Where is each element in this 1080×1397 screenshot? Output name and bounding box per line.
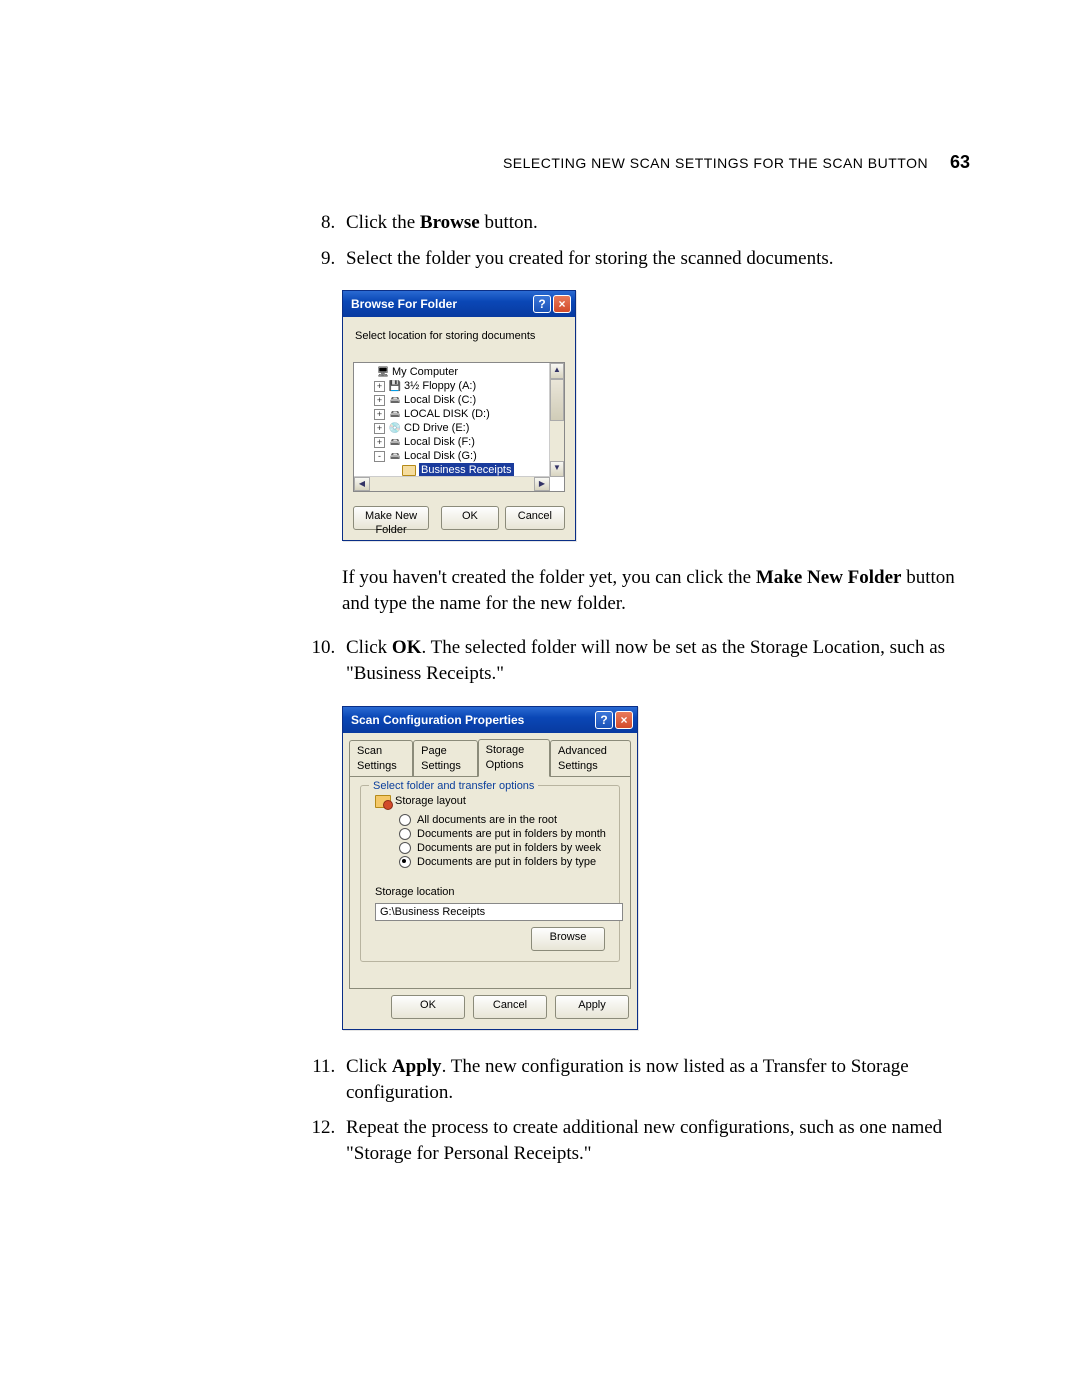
step-11: Click Apply. The new configuration is no… bbox=[340, 1054, 970, 1105]
tab-page-settings[interactable]: Page Settings bbox=[413, 740, 478, 777]
disk-icon bbox=[388, 449, 402, 464]
cancel-button[interactable]: Cancel bbox=[473, 995, 547, 1019]
expander-icon[interactable]: - bbox=[374, 451, 385, 462]
tree-item[interactable]: - Local Disk (G:) bbox=[358, 449, 564, 463]
floppy-icon bbox=[388, 379, 402, 394]
page-number: 63 bbox=[950, 152, 970, 172]
step-8: Click the Browse button. bbox=[340, 210, 970, 236]
scroll-down-icon[interactable]: ▼ bbox=[550, 461, 564, 477]
computer-icon bbox=[376, 365, 390, 380]
radio-week[interactable]: Documents are put in folders by week bbox=[369, 841, 611, 855]
storage-layout-row: Storage layout bbox=[369, 794, 611, 809]
ok-button[interactable]: OK bbox=[441, 506, 499, 530]
step-10: Click OK. The selected folder will now b… bbox=[340, 635, 970, 686]
browse-button[interactable]: Browse bbox=[531, 927, 605, 951]
horizontal-scrollbar[interactable]: ◀ ▶ bbox=[354, 476, 550, 491]
scroll-thumb[interactable] bbox=[550, 379, 564, 421]
step-9: Select the folder you created for storin… bbox=[340, 246, 970, 272]
step-12: Repeat the process to create additional … bbox=[340, 1115, 970, 1166]
disk-icon bbox=[388, 435, 402, 450]
storage-location-label: Storage location bbox=[369, 885, 611, 900]
close-icon[interactable]: × bbox=[553, 295, 571, 313]
ok-button[interactable]: OK bbox=[391, 995, 465, 1019]
group-legend: Select folder and transfer options bbox=[369, 779, 538, 794]
radio-icon[interactable] bbox=[399, 856, 411, 868]
storage-location-input[interactable] bbox=[375, 903, 623, 921]
tab-strip: Scan Settings Page Settings Storage Opti… bbox=[343, 733, 637, 777]
tree-item[interactable]: + CD Drive (E:) bbox=[358, 421, 564, 435]
scroll-left-icon[interactable]: ◀ bbox=[354, 477, 370, 491]
tab-scan-settings[interactable]: Scan Settings bbox=[349, 740, 413, 777]
vertical-scrollbar[interactable]: ▲ ▼ bbox=[549, 363, 564, 477]
radio-month[interactable]: Documents are put in folders by month bbox=[369, 827, 611, 841]
radio-icon[interactable] bbox=[399, 828, 411, 840]
dialog1-title: Browse For Folder bbox=[351, 296, 531, 312]
close-icon[interactable]: × bbox=[615, 711, 633, 729]
storage-layout-icon bbox=[375, 795, 391, 809]
expander-icon[interactable]: + bbox=[374, 381, 385, 392]
radio-icon[interactable] bbox=[399, 814, 411, 826]
tree-item[interactable]: + 3½ Floppy (A:) bbox=[358, 379, 564, 393]
tab-storage-options[interactable]: Storage Options bbox=[478, 739, 550, 778]
expander-icon[interactable]: + bbox=[374, 395, 385, 406]
cancel-button[interactable]: Cancel bbox=[505, 506, 565, 530]
radio-root[interactable]: All documents are in the root bbox=[369, 813, 611, 827]
browse-for-folder-dialog: Browse For Folder ? × Select location fo… bbox=[342, 290, 576, 541]
storage-layout-label: Storage layout bbox=[395, 794, 466, 809]
dialog2-titlebar: Scan Configuration Properties ? × bbox=[343, 707, 637, 733]
folder-transfer-groupbox: Select folder and transfer options Stora… bbox=[360, 785, 620, 962]
storage-options-panel: Select folder and transfer options Stora… bbox=[349, 776, 631, 989]
header-text: SELECTING NEW SCAN SETTINGS FOR THE SCAN… bbox=[503, 155, 928, 171]
dialog2-title: Scan Configuration Properties bbox=[351, 712, 593, 728]
cd-icon bbox=[388, 421, 402, 436]
tree-root[interactable]: My Computer bbox=[358, 365, 564, 379]
help-icon[interactable]: ? bbox=[595, 711, 613, 729]
tab-advanced-settings[interactable]: Advanced Settings bbox=[550, 740, 631, 777]
help-icon[interactable]: ? bbox=[533, 295, 551, 313]
expander-icon[interactable]: + bbox=[374, 423, 385, 434]
expander-icon[interactable]: + bbox=[374, 409, 385, 420]
disk-icon bbox=[388, 393, 402, 408]
scroll-up-icon[interactable]: ▲ bbox=[550, 363, 564, 379]
scroll-right-icon[interactable]: ▶ bbox=[534, 477, 550, 491]
expander-icon[interactable]: + bbox=[374, 437, 385, 448]
tree-item[interactable]: + LOCAL DISK (D:) bbox=[358, 407, 564, 421]
scan-configuration-dialog: Scan Configuration Properties ? × Scan S… bbox=[342, 706, 638, 1030]
note-after-dialog1: If you haven't created the folder yet, y… bbox=[342, 565, 970, 616]
make-new-folder-button[interactable]: Make New Folder bbox=[353, 506, 429, 530]
folder-tree[interactable]: My Computer + 3½ Floppy (A:) + Local Dis… bbox=[353, 362, 565, 492]
dialog1-titlebar: Browse For Folder ? × bbox=[343, 291, 575, 317]
disk-icon bbox=[388, 407, 402, 422]
radio-icon[interactable] bbox=[399, 842, 411, 854]
tree-item-selected[interactable]: Business Receipts bbox=[358, 463, 564, 477]
dialog1-prompt: Select location for storing documents bbox=[343, 317, 575, 362]
tree-item[interactable]: + Local Disk (C:) bbox=[358, 393, 564, 407]
tree-item[interactable]: + Local Disk (F:) bbox=[358, 435, 564, 449]
radio-type[interactable]: Documents are put in folders by type bbox=[369, 855, 611, 869]
folder-open-icon bbox=[402, 465, 416, 476]
running-header: SELECTING NEW SCAN SETTINGS FOR THE SCAN… bbox=[503, 152, 970, 173]
apply-button[interactable]: Apply bbox=[555, 995, 629, 1019]
